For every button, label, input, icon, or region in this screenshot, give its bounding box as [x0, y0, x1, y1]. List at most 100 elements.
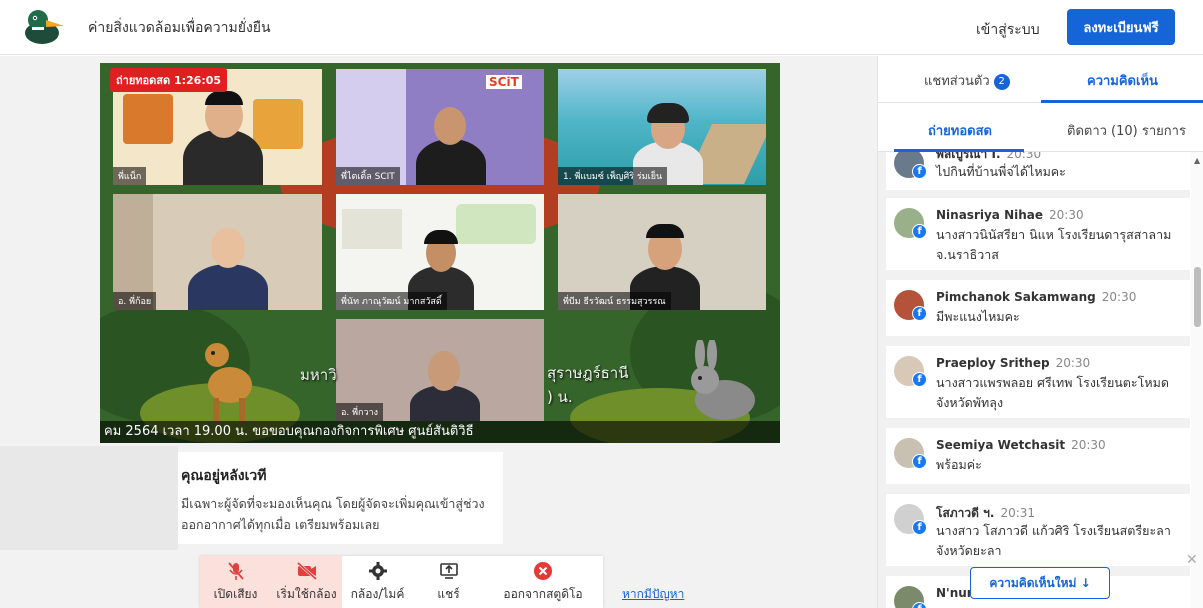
comment-list: f พลเบูรณา I. 20:30 ไปกินที่บ้านพี่จ่ได้ไ… [878, 152, 1190, 608]
comment-author-name: N'nur [936, 586, 973, 600]
rabbit-illustration [691, 340, 755, 420]
comment-text: ไปกินที่บ้านพี่จ่ได้ไหมคะ [936, 164, 1066, 179]
comment-text: มีพะแนงไหมคะ [936, 309, 1020, 324]
backstage-description: มีเฉพาะผู้จัดที่จะมองเห็นคุณ โดยผู้จัดจะ… [181, 493, 503, 535]
chat-sidebar: แชทส่วนตัว 2 ความคิดเห็น ถ่ายทอดสด ติดตาว… [877, 56, 1203, 608]
mic-label: เปิดเสียง [213, 586, 258, 601]
comment-subtabs: ถ่ายทอดสด ติดตาว (10) รายการ [878, 104, 1203, 152]
video-tile-2: SCiT พี่ไตเติ้ล SCIT [336, 69, 544, 185]
background-text-right: สุราษฎร์ธานี [547, 364, 629, 382]
mic-button[interactable]: เปิดเสียง [200, 556, 271, 608]
camera-off-icon [296, 561, 317, 580]
new-comments-button[interactable]: ความคิดเห็นใหม่ ↓ [970, 567, 1110, 599]
tile-name: อ. พี่ก้อย [113, 292, 157, 310]
facebook-icon: f [912, 602, 927, 608]
facebook-icon: f [912, 520, 927, 535]
settings-button[interactable]: กล้อง/ไมค์ [342, 556, 413, 608]
video-tile-6: พี่บีม ธีรวัฒน์ ธรรมสุวรรณ [558, 194, 766, 310]
video-tile-7: อ. พี่กวาง [336, 319, 544, 421]
facebook-icon: f [912, 372, 927, 387]
tile-name: พี่บีม ธีรวัฒน์ ธรรมสุวรรณ [558, 292, 671, 310]
ticker-text: คม 2564 เวลา 19.00 น. ขอขอบคุณกองกิจการพ… [100, 421, 780, 443]
tile-name: อ. พี่กวาง [336, 403, 384, 421]
leave-studio-button[interactable]: ออกจากสตูดิโอ [484, 556, 602, 608]
sidebar-tabs: แชทส่วนตัว 2 ความคิดเห็น [878, 56, 1203, 103]
comment-item: f Seemiya Wetchasit 20:30 พร้อมค่ะ [886, 428, 1190, 484]
tab-private-chat[interactable]: แชทส่วนตัว 2 [924, 70, 1010, 91]
comment-author-name: Ninasriya Nihae [936, 208, 1044, 222]
comment-item: f Praeploy Srithep 20:30 นางสาวแพรพลอย ศร… [886, 346, 1190, 418]
comment-author-name: พลเบูรณา I. [936, 152, 1001, 161]
help-link[interactable]: หากมีปัญหา [622, 585, 684, 604]
participant-hair [646, 224, 684, 238]
register-button[interactable]: ลงทะเบียนฟรี [1067, 9, 1175, 45]
scroll-up-arrow-icon[interactable]: ▲ [1194, 156, 1200, 165]
comment-time: 20:30 [1071, 438, 1106, 452]
share-button[interactable]: แชร์ [413, 556, 484, 608]
comment-text: นางสาวแพรพลอย ศรีเทพ โรงเรียนตะโหมด จังห… [936, 375, 1169, 410]
participant-body [416, 139, 486, 185]
comment-item: f Ninasriya Nihae 20:30 นางสาวนินัสรียา น… [886, 198, 1190, 270]
comment-author-name: Seemiya Wetchasit [936, 438, 1066, 452]
facebook-icon: f [912, 306, 927, 321]
subtab-live[interactable]: ถ่ายทอดสด [928, 120, 992, 141]
participant-head [434, 107, 466, 145]
comment-scrollbar[interactable]: ▲ [1191, 152, 1203, 608]
facebook-icon: f [912, 224, 927, 239]
tab-comments[interactable]: ความคิดเห็น [1087, 70, 1158, 91]
camera-label: เริ่มใช้กล้อง [276, 586, 337, 601]
studio-controls: เปิดเสียง เริ่มใช้กล้อง กล้อง/ไมค์ แชร์ [200, 556, 603, 608]
participant-head [428, 351, 460, 391]
live-timer-badge: ถ่ายทอดสด 1:26:05 [110, 68, 228, 92]
banner-decoration [253, 99, 303, 149]
participant-head [211, 228, 245, 268]
site-title: ค่ายสิ่งแวดล้อมเพื่อความยั่งยืน [88, 20, 271, 36]
scit-logo: SCiT [486, 75, 522, 89]
participant-hair [647, 103, 689, 123]
settings-label: กล้อง/ไมค์ [350, 586, 405, 601]
comment-author: N'nur [936, 586, 973, 600]
deer-illustration [205, 343, 252, 423]
comment-text: นางสาว โสภาวดี แก้วศิริ โรงเรียนสตรียะลา… [936, 523, 1171, 558]
leave-label: ออกจากสตูดิโอ [503, 586, 583, 601]
video-tile-5: พี่นัท ภาณุวัฒน์ มากสวัสดิ์ [336, 194, 544, 310]
comment-text: พร้อมค่ะ [936, 457, 982, 472]
comment-item: f โสภาวดี ฯ. 20:31 นางสาว โสภาวดี แก้วศิร… [886, 494, 1190, 566]
facebook-icon: f [912, 454, 927, 469]
comment-time: 20:30 [1055, 356, 1091, 370]
comment-text: นางสาวนินัสรียา นิแห โรงเรียนดารุสสาลาม … [936, 227, 1172, 262]
tile-name: พี่แน็ก [113, 167, 147, 185]
comment-author-name: โสภาวดี ฯ. [936, 506, 995, 520]
backstage-title: คุณอยู่หลังเวที [181, 468, 267, 484]
scrollbar-thumb[interactable] [1194, 267, 1201, 327]
camera-button[interactable]: เริ่มใช้กล้อง [271, 556, 342, 608]
subtab-following[interactable]: ติดตาว (10) รายการ [1067, 120, 1186, 141]
duck-logo-icon[interactable] [22, 7, 66, 47]
slide-panel [456, 204, 536, 244]
comment-time: 20:30 [1049, 208, 1084, 222]
tab-private-label: แชทส่วนตัว [924, 74, 990, 89]
comment-author: Ninasriya Nihae 20:30 [936, 208, 1084, 222]
comment-author-name: Praeploy Srithep [936, 356, 1050, 370]
close-icon[interactable]: ✕ [1186, 552, 1198, 568]
comment-author: Praeploy Srithep 20:30 [936, 356, 1090, 370]
backstage-description-line: มีเฉพาะผู้จัดที่จะมองเห็นคุณ โดยผู้จัดจะ… [181, 496, 485, 511]
close-circle-icon [534, 561, 552, 580]
slide-panel [342, 209, 402, 249]
comment-author-name: Pimchanok Sakamwang [936, 290, 1096, 304]
participant-hair [205, 91, 243, 105]
backstage-description-line: ออกอากาศได้ทุกเมื่อ เตรียมพร้อมเลย [181, 517, 380, 532]
comment-author: Pimchanok Sakamwang 20:30 [936, 290, 1136, 304]
login-link[interactable]: เข้าสู่ระบบ [976, 19, 1040, 41]
comment-time: 20:31 [1000, 506, 1036, 520]
unread-count-badge: 2 [993, 74, 1010, 90]
video-tile-4: อ. พี่ก้อย [113, 194, 322, 310]
screen-share-icon [439, 562, 458, 579]
video-tile-3: 1. พี่แบมซ์ เพ็ญศิริ ร่มเย็น [558, 69, 766, 185]
gear-icon [368, 561, 387, 580]
participant-hair [424, 230, 458, 244]
facebook-icon: f [912, 164, 927, 179]
banner-decoration [123, 94, 173, 144]
tile-name: พี่ไตเติ้ล SCIT [336, 167, 400, 185]
comment-time: 20:30 [1101, 290, 1137, 304]
